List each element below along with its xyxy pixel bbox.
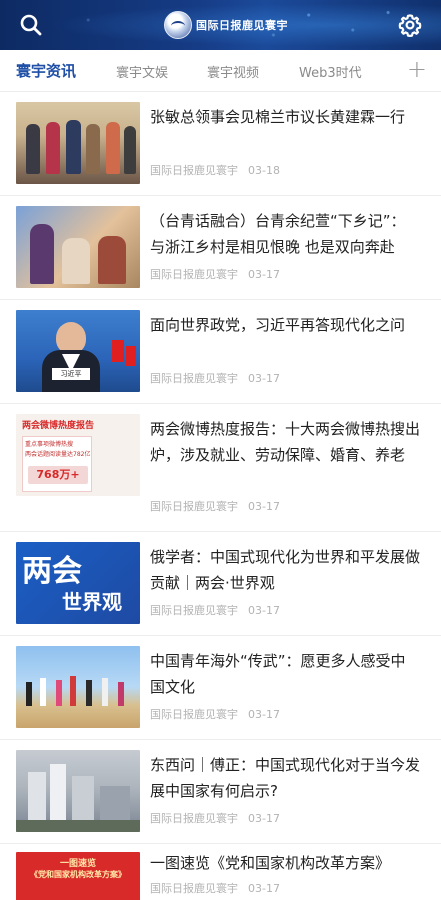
article-meta: 国际日报鹿见寰宇 03-17 (150, 498, 280, 514)
article-source: 国际日报鹿见寰宇 (150, 812, 238, 825)
article-title: 张敏总领事会见棉兰市议长黄建霖一行 (150, 108, 406, 126)
article-item[interactable]: 张敏总领事会见棉兰市议长黄建霖一行 国际日报鹿见寰宇 03-18 (0, 92, 441, 196)
article-date: 03-17 (248, 812, 280, 825)
article-thumbnail (16, 646, 140, 728)
article-source: 国际日报鹿见寰宇 (150, 164, 238, 177)
article-meta: 国际日报鹿见寰宇 03-17 (150, 370, 280, 386)
article-item[interactable]: 东西问｜傅正：中国式现代化对于当今发展中国家有何启示? 国际日报鹿见寰宇 03-1… (0, 740, 441, 844)
article-source: 国际日报鹿见寰宇 (150, 372, 238, 385)
article-thumbnail (16, 102, 140, 184)
article-source: 国际日报鹿见寰宇 (150, 268, 238, 281)
article-title: （台青话融合）台青余纪萱“下乡记”：与浙江乡村是相见恨晚 也是双向奔赴 (150, 212, 406, 256)
article-date: 03-17 (248, 268, 280, 281)
logo-emblem-icon (164, 11, 192, 39)
article-title: 东西问｜傅正：中国式现代化对于当今发展中国家有何启示? (150, 756, 421, 800)
article-date: 03-17 (248, 604, 280, 617)
article-item[interactable]: 习近平 面向世界政党，习近平再答现代化之问 国际日报鹿见寰宇 03-17 (0, 300, 441, 404)
article-date: 03-18 (248, 164, 280, 177)
article-date: 03-17 (248, 500, 280, 513)
article-title: 中国青年海外“传武”：愿更多人感受中国文化 (150, 652, 406, 696)
app-header: 国际日报鹿见寰宇 (0, 0, 441, 50)
article-meta: 国际日报鹿见寰宇 03-18 (150, 162, 280, 178)
article-meta: 国际日报鹿见寰宇 03-17 (150, 880, 280, 896)
app-logo: 国际日报鹿见寰宇 (164, 9, 288, 41)
article-title: 一图速览《党和国家机构改革方案》 (150, 854, 391, 872)
report-line1: 重点事项微博热搜 (25, 441, 74, 448)
article-date: 03-17 (248, 882, 280, 895)
article-thumbnail (16, 750, 140, 832)
report-heading: 两会微博热度报告 (22, 421, 95, 431)
article-source: 国际日报鹿见寰宇 (150, 882, 238, 895)
article-item[interactable]: 一图速览 《党和国家机构改革方案》 一图速览《党和国家机构改革方案》 国际日报鹿… (0, 844, 441, 900)
article-item[interactable]: 两会微博热度报告 重点事项微博热搜 两会话题阅读量达782亿 768万+ 两会微… (0, 404, 441, 532)
article-thumbnail: 两会 世界观 (16, 542, 140, 624)
channel-tabs: 寰宇资讯 寰宇文娱 寰宇视频 Web3时代 + (0, 50, 441, 92)
tab-news[interactable]: 寰宇资讯 (16, 60, 76, 81)
article-title: 两会微博热度报告：十大两会微博热搜出炉，涉及就业、劳动保障、婚育、养老 (150, 420, 421, 464)
article-source: 国际日报鹿见寰宇 (150, 604, 238, 617)
lianghui-text: 两会 (22, 554, 82, 589)
article-date: 03-17 (248, 708, 280, 721)
shijieguan-text: 世界观 (62, 590, 122, 614)
article-meta: 国际日报鹿见寰宇 03-17 (150, 266, 280, 282)
article-meta: 国际日报鹿见寰宇 03-17 (150, 706, 280, 722)
article-meta: 国际日报鹿见寰宇 03-17 (150, 810, 280, 826)
article-source: 国际日报鹿见寰宇 (150, 708, 238, 721)
tab-entertainment[interactable]: 寰宇文娱 (116, 62, 168, 81)
article-thumbnail (16, 206, 140, 288)
tab-video[interactable]: 寰宇视频 (207, 62, 259, 81)
logo-text: 国际日报鹿见寰宇 (196, 19, 288, 32)
tab-web3[interactable]: Web3时代 (299, 62, 362, 81)
tusu-line1: 一图速览 (59, 859, 96, 869)
report-number: 768万+ (28, 466, 88, 484)
article-meta: 国际日报鹿见寰宇 03-17 (150, 602, 280, 618)
article-date: 03-17 (248, 372, 280, 385)
search-icon (20, 14, 42, 36)
article-title: 面向世界政党，习近平再答现代化之问 (150, 316, 406, 334)
article-item[interactable]: 两会 世界观 俄学者：中国式现代化为世界和平发展做贡献｜两会·世界观 国际日报鹿… (0, 532, 441, 636)
article-thumbnail: 两会微博热度报告 重点事项微博热搜 两会话题阅读量达782亿 768万+ (16, 414, 140, 496)
add-tab-button[interactable]: + (407, 57, 427, 81)
article-title: 俄学者：中国式现代化为世界和平发展做贡献｜两会·世界观 (150, 548, 421, 592)
article-source: 国际日报鹿见寰宇 (150, 500, 238, 513)
settings-button[interactable] (393, 8, 427, 42)
nameplate: 习近平 (52, 368, 90, 380)
report-line2: 两会话题阅读量达782亿 (25, 451, 91, 458)
article-thumbnail: 一图速览 《党和国家机构改革方案》 (16, 852, 140, 900)
article-item[interactable]: （台青话融合）台青余纪萱“下乡记”：与浙江乡村是相见恨晚 也是双向奔赴 国际日报… (0, 196, 441, 300)
article-item[interactable]: 中国青年海外“传武”：愿更多人感受中国文化 国际日报鹿见寰宇 03-17 (0, 636, 441, 740)
tusu-line2: 《党和国家机构改革方案》 (30, 870, 126, 879)
gear-icon (398, 14, 422, 37)
search-button[interactable] (14, 8, 48, 42)
article-thumbnail: 习近平 (16, 310, 140, 392)
